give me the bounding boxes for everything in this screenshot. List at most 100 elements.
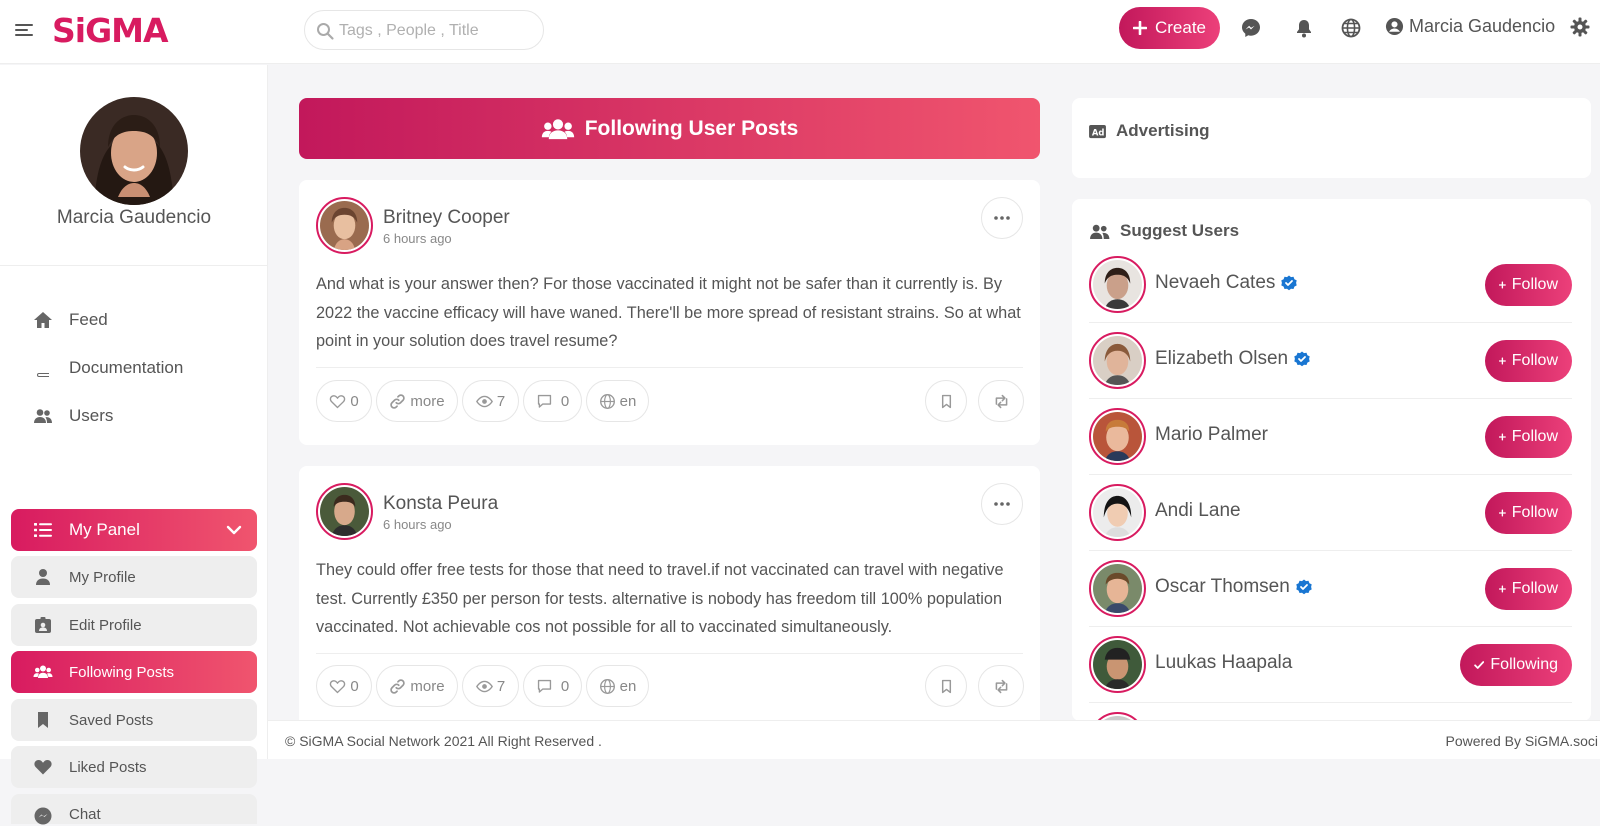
post-author[interactable]: Britney Cooper <box>383 207 510 229</box>
more-options-button[interactable] <box>981 197 1023 239</box>
retweet-icon <box>995 394 1007 408</box>
plus-icon <box>1499 281 1506 289</box>
language-code: en <box>619 392 637 410</box>
follow-button[interactable]: Follow <box>1485 264 1572 306</box>
nav-my-panel[interactable]: My Panel <box>11 509 257 551</box>
messenger-icon[interactable] <box>1240 17 1262 39</box>
comment-button[interactable]: 0 <box>523 665 582 707</box>
post-card: Konsta Peura 6 hours ago They could offe… <box>299 466 1040 746</box>
nav-label: Feed <box>69 310 108 329</box>
svg-text:Ad: Ad <box>1092 127 1105 137</box>
menu-icon[interactable] <box>14 20 34 40</box>
bookmark-button[interactable] <box>925 380 967 422</box>
views-badge[interactable]: 7 <box>462 380 519 422</box>
create-label: Create <box>1154 18 1207 37</box>
avatar[interactable] <box>1089 256 1146 313</box>
comment-button[interactable]: 0 <box>523 380 582 422</box>
logo[interactable]: SiGMA <box>52 11 169 50</box>
avatar[interactable] <box>1089 560 1146 617</box>
suggested-user-name[interactable]: Nevaeh Cates <box>1155 272 1298 294</box>
link-icon <box>390 393 406 409</box>
suggested-user-name[interactable]: Mario Palmer <box>1155 424 1268 446</box>
post-avatar[interactable] <box>316 483 373 540</box>
avatar[interactable] <box>1089 408 1146 465</box>
divider <box>0 265 268 266</box>
eye-icon <box>475 395 493 407</box>
view-count: 7 <box>496 677 506 695</box>
id-card-icon <box>33 615 53 635</box>
suggest-header: Suggest Users <box>1089 221 1239 241</box>
nav-following-posts[interactable]: Following Posts <box>11 651 257 693</box>
nav-saved-posts[interactable]: Saved Posts <box>11 699 257 741</box>
suggested-user-name[interactable]: Oscar Thomsen <box>1155 576 1312 598</box>
user-icon <box>33 567 53 587</box>
follow-button[interactable]: Follow <box>1485 568 1572 610</box>
follow-button[interactable]: Follow <box>1485 492 1572 534</box>
bookmark-button[interactable] <box>925 665 967 707</box>
link-icon <box>390 678 406 694</box>
sidebar: Marcia Gaudencio Feed Documentation User… <box>0 65 268 825</box>
list-icon <box>33 520 53 540</box>
comment-count: 0 <box>560 677 570 695</box>
nav-edit-profile[interactable]: Edit Profile <box>11 604 257 646</box>
share-link-button[interactable]: more <box>376 380 458 422</box>
users-icon <box>541 118 574 139</box>
nav-feed[interactable]: Feed <box>11 299 257 341</box>
nav-users[interactable]: Users <box>11 395 257 437</box>
suggested-user-row: Oscar Thomsen Follow <box>1089 551 1572 627</box>
like-button[interactable]: 0 <box>316 380 372 422</box>
nav-label: My Profile <box>69 568 136 586</box>
follow-button[interactable]: Follow <box>1485 340 1572 382</box>
nav-documentation[interactable]: Documentation <box>11 347 257 389</box>
bell-icon[interactable] <box>1293 17 1315 39</box>
divider <box>316 367 1023 368</box>
avatar[interactable] <box>1089 484 1146 541</box>
following-button[interactable]: Following <box>1460 644 1572 686</box>
suggested-user-name[interactable]: Luukas Haapala <box>1155 652 1292 674</box>
users-icon <box>33 406 53 426</box>
footer: © SiGMA Social Network 2021 All Right Re… <box>268 720 1600 759</box>
user-menu[interactable]: Marcia Gaudencio <box>1385 16 1555 37</box>
more-options-button[interactable] <box>981 483 1023 525</box>
profile-avatar[interactable] <box>80 97 188 205</box>
nav-label: Saved Posts <box>69 711 154 729</box>
like-button[interactable]: 0 <box>316 665 372 707</box>
repost-button[interactable] <box>978 380 1024 422</box>
share-link-button[interactable]: more <box>376 665 458 707</box>
post-author[interactable]: Konsta Peura <box>383 493 498 515</box>
repost-button[interactable] <box>978 665 1024 707</box>
plus-icon <box>1132 21 1147 35</box>
avatar[interactable] <box>1089 332 1146 389</box>
chat-icon <box>33 806 53 826</box>
create-button[interactable]: Create <box>1119 7 1220 49</box>
language-button[interactable]: en <box>586 380 649 422</box>
suggest-title: Suggest Users <box>1120 221 1240 240</box>
nav-label: Following Posts <box>69 663 175 681</box>
search-box[interactable] <box>304 10 544 50</box>
view-count: 7 <box>496 392 506 410</box>
post-time: 6 hours ago <box>383 231 452 246</box>
verified-badge-icon <box>1294 351 1310 367</box>
views-badge[interactable]: 7 <box>462 665 519 707</box>
nav-chat[interactable]: Chat <box>11 794 257 826</box>
follow-button[interactable]: Follow <box>1485 416 1572 458</box>
like-count: 0 <box>350 677 359 695</box>
suggested-user-name[interactable]: Andi Lane <box>1155 500 1241 522</box>
bookmark-icon <box>941 679 951 693</box>
users-icon <box>33 662 53 682</box>
gear-icon[interactable] <box>1569 16 1591 38</box>
heart-icon <box>330 394 346 408</box>
nav-my-profile[interactable]: My Profile <box>11 556 257 598</box>
nav-liked-posts[interactable]: Liked Posts <box>11 746 257 788</box>
suggested-user-name[interactable]: Elizabeth Olsen <box>1155 348 1310 370</box>
powered-by-link[interactable]: Powered By SiGMA.soci <box>1446 733 1599 749</box>
page-banner: Following User Posts <box>299 98 1040 159</box>
eye-icon <box>475 680 493 692</box>
post-avatar[interactable] <box>316 197 373 254</box>
avatar[interactable] <box>1089 636 1146 693</box>
search-input[interactable] <box>339 19 534 43</box>
globe-icon[interactable] <box>1340 17 1362 39</box>
language-button[interactable]: en <box>586 665 649 707</box>
post-time: 6 hours ago <box>383 517 452 532</box>
bookmark-icon <box>941 394 951 408</box>
